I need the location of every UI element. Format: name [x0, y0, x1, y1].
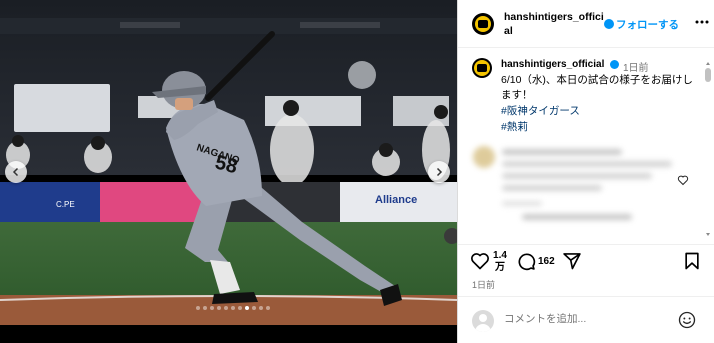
- follow-label[interactable]: フォローする: [616, 19, 679, 31]
- bookmark-icon: [685, 252, 699, 270]
- comment-like-icon[interactable]: [677, 174, 689, 186]
- caption-avatar[interactable]: [472, 58, 492, 78]
- baseball-photo: C.PE Alliance NAGANO 58: [0, 0, 457, 343]
- caption-time: 1日前: [623, 63, 649, 74]
- emoji-icon[interactable]: [678, 311, 696, 329]
- carousel-dot: [259, 306, 263, 310]
- carousel-dot: [266, 306, 270, 310]
- current-user-avatar: [472, 310, 494, 332]
- post-date: 1日前: [472, 280, 496, 290]
- share-button[interactable]: [562, 251, 582, 271]
- carousel-indicator: [196, 306, 270, 310]
- like-count[interactable]: 1.4 万: [493, 250, 507, 274]
- like-count-unit: 万: [495, 262, 505, 273]
- carousel-dot: [203, 306, 207, 310]
- account-avatar[interactable]: [472, 13, 494, 35]
- carousel-dot: [196, 306, 200, 310]
- post-sidebar: hanshintigers_official フォローする hanshintig…: [457, 0, 714, 343]
- comment-button[interactable]: [516, 251, 536, 271]
- comments-scrollbar[interactable]: [705, 60, 711, 238]
- comment-icon: [518, 253, 536, 271]
- like-count-number: 1.4: [493, 250, 507, 261]
- like-button[interactable]: [470, 251, 490, 271]
- comment-input[interactable]: [504, 313, 674, 325]
- carousel-dot: [217, 306, 221, 310]
- svg-text:C.PE: C.PE: [56, 200, 75, 209]
- paper-plane-icon: [563, 253, 581, 270]
- post-actions: 1.4 万 162 1日前: [458, 244, 714, 296]
- carousel-dot-active: [245, 306, 249, 310]
- caption-body: 6/10（水)、本日の試合の様子をお届けします！ #阪神タイガース #熱莉: [501, 73, 696, 135]
- save-button[interactable]: [682, 251, 702, 271]
- caption-username[interactable]: hanshintigers_official: [501, 59, 604, 70]
- more-options-icon[interactable]: [694, 14, 710, 30]
- account-username[interactable]: hanshintigers_official: [504, 10, 608, 38]
- scroll-up-icon: [706, 62, 710, 65]
- carousel-dot: [252, 306, 256, 310]
- scroll-down-icon: [706, 233, 710, 236]
- scroll-thumb[interactable]: [705, 68, 711, 82]
- follow-button[interactable]: フォローする: [604, 17, 679, 32]
- carousel-dot: [238, 306, 242, 310]
- svg-text:Alliance: Alliance: [375, 194, 417, 206]
- previous-slide-button[interactable]: [5, 161, 27, 183]
- blurred-comments: [473, 146, 672, 220]
- verified-badge-icon: [610, 60, 619, 69]
- chevron-right-icon: [436, 167, 443, 177]
- post-media[interactable]: C.PE Alliance NAGANO 58: [0, 0, 457, 343]
- hashtag-link[interactable]: #熱莉: [501, 119, 696, 135]
- chevron-left-icon: [12, 167, 19, 177]
- verified-badge-icon: [604, 19, 614, 29]
- next-slide-button[interactable]: [428, 161, 450, 183]
- carousel-dot: [210, 306, 214, 310]
- heart-icon: [471, 253, 489, 270]
- caption-text: 6/10（水)、本日の試合の様子をお届けします！: [501, 74, 693, 101]
- post-header: hanshintigers_official フォローする: [458, 0, 714, 48]
- comment-count[interactable]: 162: [538, 256, 555, 267]
- carousel-dot: [231, 306, 235, 310]
- carousel-dot: [224, 306, 228, 310]
- add-comment-bar: [458, 296, 714, 343]
- hashtag-link[interactable]: #阪神タイガース: [501, 103, 696, 119]
